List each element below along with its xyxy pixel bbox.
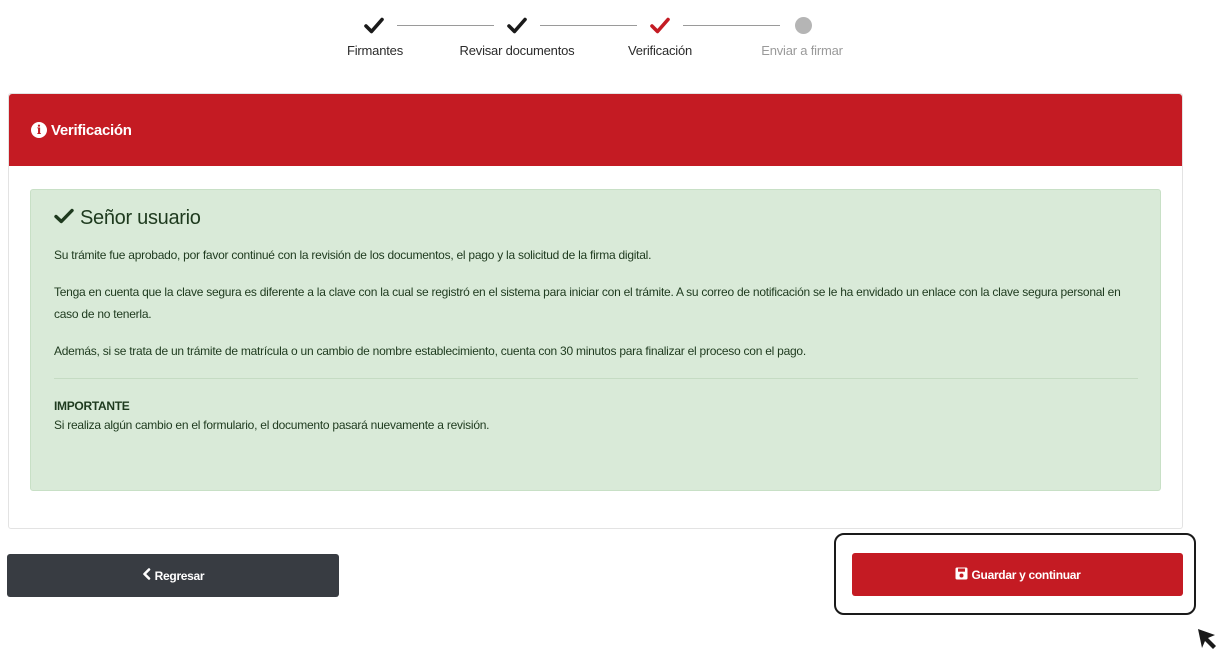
step-label-verificacion: Verificación [627, 43, 693, 58]
save-button-label: Guardar y continuar [971, 567, 1081, 582]
save-and-continue-button[interactable]: Guardar y continuar [852, 553, 1183, 596]
alert-paragraph-time-limit: Además, si se trata de un trámite de mat… [54, 344, 806, 358]
step-done-check-icon [505, 14, 529, 36]
step-connector [683, 25, 780, 26]
alert-heading-text: Señor usuario [80, 206, 201, 229]
alert-paragraph-secure-key: Tenga en cuenta que la clave segura es d… [54, 285, 1121, 321]
step-connector [540, 25, 637, 26]
mouse-pointer-icon [1196, 627, 1218, 650]
back-button[interactable]: Regresar [7, 554, 339, 597]
important-note: Si realiza algún cambio en el formulario… [54, 418, 490, 432]
alert-paragraph-approved: Su trámite fue aprobado, por favor conti… [54, 248, 652, 262]
card-title: Verificación [51, 121, 132, 139]
back-button-label: Regresar [154, 568, 205, 583]
success-alert: Señor usuario Su trámite fue aprobado, p… [30, 189, 1161, 491]
verification-card: i Verificación Señor usuario Su trámite … [8, 93, 1183, 529]
step-current-check-icon [648, 14, 672, 36]
step-pending-dot-icon [791, 14, 815, 36]
floppy-disk-icon [955, 567, 972, 583]
progress-stepper: Firmantes Revisar documentos Verificació… [0, 0, 1218, 80]
checkmark-icon [54, 207, 80, 230]
step-connector [397, 25, 494, 26]
chevron-left-icon [142, 568, 155, 583]
card-header: i Verificación [9, 94, 1182, 166]
important-label: IMPORTANTE [54, 399, 130, 413]
step-label-enviar-a-firmar: Enviar a firmar [761, 43, 843, 58]
alert-divider [54, 378, 1138, 379]
alert-heading: Señor usuario [54, 204, 1138, 232]
step-done-check-icon [362, 14, 386, 36]
step-label-firmantes: Firmantes [347, 43, 403, 58]
info-circle-icon: i [31, 122, 47, 138]
step-label-revisar-documentos: Revisar documentos [459, 43, 575, 58]
